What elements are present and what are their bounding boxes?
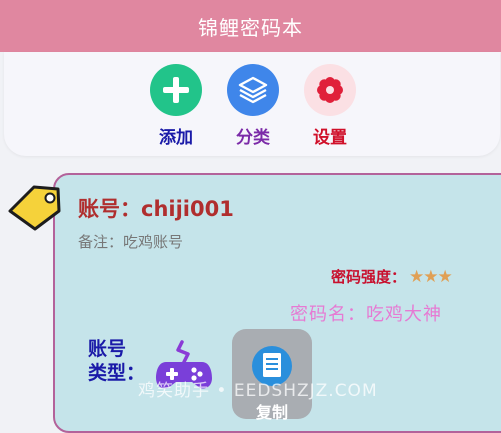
app-title: 锦鲤密码本 <box>198 15 303 40</box>
strength-stars: ★★★ <box>409 266 453 287</box>
flower-gear-icon <box>304 64 356 116</box>
add-button[interactable]: 添加 <box>136 64 216 148</box>
app-header: 锦鲤密码本 <box>0 0 501 52</box>
add-label: 添加 <box>159 128 193 148</box>
category-button[interactable]: 分类 <box>213 64 293 148</box>
account-row: 账号：chiji001 <box>78 193 234 223</box>
account-type-label: 账号 类型： <box>88 337 145 385</box>
password-strength: 密码强度： ★★★ <box>331 266 453 287</box>
remark-label: 备注： <box>78 233 124 251</box>
copy-button[interactable]: 复制 <box>232 329 312 422</box>
settings-label: 设置 <box>313 128 347 148</box>
account-value: chiji001 <box>141 197 234 221</box>
star-icon: ★ <box>437 266 453 287</box>
password-name-row: 密码名：吃鸡大神 <box>290 300 442 326</box>
star-icon: ★ <box>409 266 424 287</box>
settings-button[interactable]: 设置 <box>290 64 370 148</box>
tag-icon <box>6 181 64 235</box>
remark-value: 吃鸡账号 <box>123 233 184 251</box>
account-label: 账号： <box>78 197 141 221</box>
category-label: 分类 <box>236 128 270 148</box>
layers-icon <box>227 64 279 116</box>
remark-row: 备注：吃鸡账号 <box>78 231 183 252</box>
toolbar: 添加 分类 设置 <box>4 52 500 156</box>
copy-label: 复制 <box>255 403 288 422</box>
star-icon: ★ <box>423 266 438 287</box>
watermark: 鸡笑助手 • EEDSHZJZ.COM <box>138 381 378 401</box>
password-name-value: 吃鸡大神 <box>366 304 442 325</box>
account-type-label-line2: 类型： <box>88 362 146 384</box>
strength-label: 密码强度： <box>331 268 407 286</box>
plus-icon <box>150 64 202 116</box>
password-name-label: 密码名： <box>290 304 366 325</box>
account-type-label-line1: 账号 <box>88 338 127 360</box>
